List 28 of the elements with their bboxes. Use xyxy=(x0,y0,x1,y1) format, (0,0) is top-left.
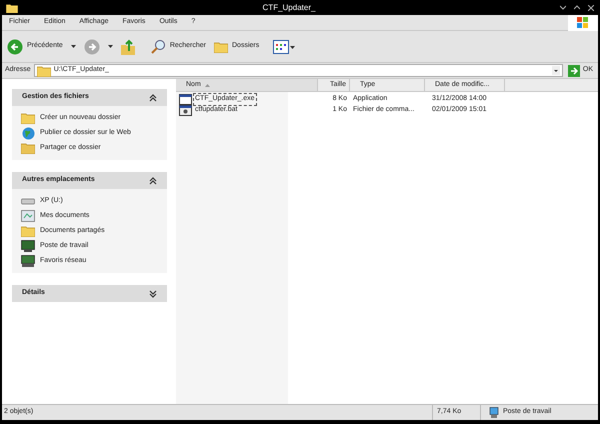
folder-icon xyxy=(21,225,35,237)
up-folder-icon[interactable] xyxy=(120,38,136,54)
windows-logo xyxy=(568,14,598,30)
documents-icon xyxy=(21,210,35,222)
search-icon xyxy=(150,38,166,54)
network-computer-icon xyxy=(21,255,35,267)
expand-icon[interactable] xyxy=(149,290,157,298)
dropdown-arrow-icon[interactable] xyxy=(70,45,76,48)
window-title: CTF_Updater_ xyxy=(262,2,316,14)
views-icon[interactable] xyxy=(273,40,296,54)
computer-icon xyxy=(489,406,499,418)
drive-icon xyxy=(21,197,35,205)
go-arrow-icon xyxy=(568,64,580,76)
collapse-icon[interactable] xyxy=(149,176,157,184)
shared-folder-icon xyxy=(21,142,35,154)
maximize-icon[interactable] xyxy=(574,4,580,10)
minimize-icon[interactable] xyxy=(560,4,566,10)
folder-icon xyxy=(21,112,35,124)
close-icon[interactable] xyxy=(588,4,594,10)
folders-icon xyxy=(214,40,228,52)
folder-icon xyxy=(6,2,18,12)
computer-icon xyxy=(21,240,35,252)
batch-file-icon xyxy=(179,105,192,116)
folder-icon xyxy=(36,64,51,76)
dropdown-arrow-icon[interactable] xyxy=(108,45,113,48)
collapse-icon[interactable] xyxy=(149,94,157,102)
globe-icon xyxy=(22,126,34,140)
application-icon xyxy=(179,94,192,105)
